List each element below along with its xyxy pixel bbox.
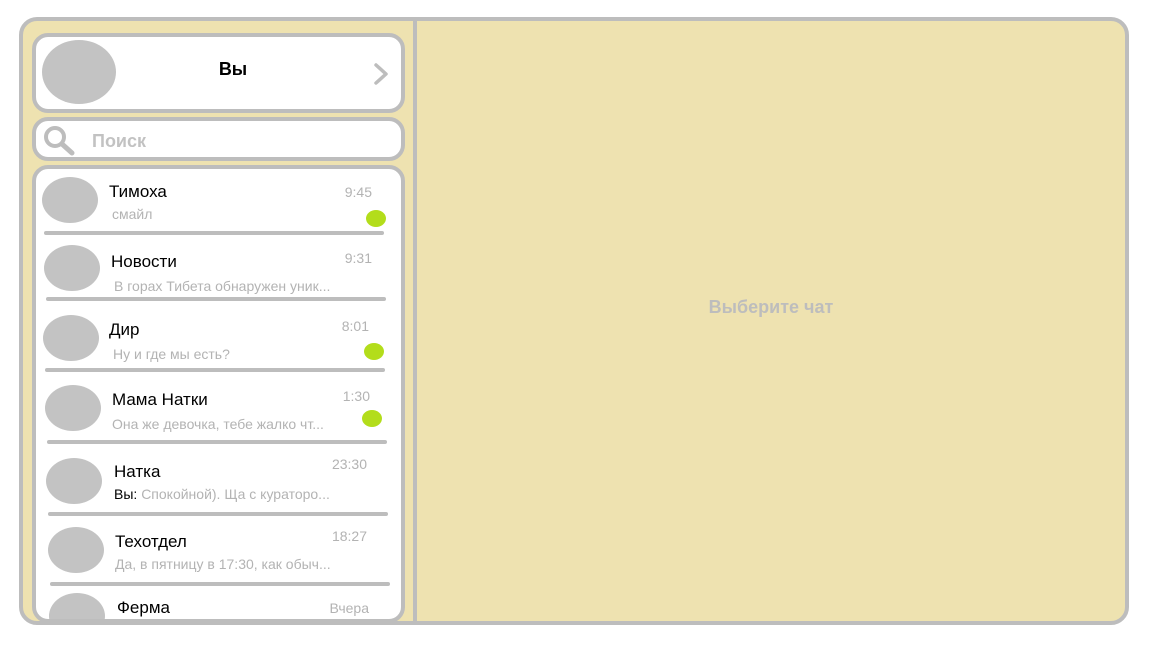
profile-name: Вы (218, 59, 248, 79)
chat-time: Вчера (329, 600, 369, 616)
separator (46, 297, 386, 301)
chat-name: Техотдел (115, 532, 187, 551)
chat-time: 9:31 (344, 250, 372, 266)
avatar (44, 245, 100, 291)
avatar (43, 315, 99, 361)
unread-indicator (366, 210, 386, 227)
separator (44, 231, 384, 235)
avatar (45, 385, 101, 431)
search-input[interactable] (90, 127, 374, 155)
separator (48, 512, 388, 516)
chat-preview: смайл (112, 206, 153, 222)
chat-name: Новости (111, 252, 177, 271)
chat-name: Ферма (117, 598, 170, 617)
chat-time: 1:30 (342, 388, 370, 404)
chat-item-ferma[interactable]: Ферма Вчера (36, 593, 401, 619)
chat-name: Мама Натки (112, 390, 208, 409)
separator (47, 440, 387, 444)
chat-preview: В горах Тибета обнаружен уник... (114, 278, 331, 294)
unread-indicator (362, 410, 382, 427)
chat-name: Натка (114, 462, 161, 481)
chat-item-novosti[interactable]: Новости 9:31 В горах Тибета обнаружен ун… (36, 243, 401, 313)
empty-state-text: Выберите чат (708, 297, 834, 317)
chat-time: 9:45 (344, 184, 372, 200)
avatar (48, 527, 104, 573)
chat-preview: Она же девочка, тебе жалко чт... (112, 416, 324, 432)
chat-item-tekhotdel[interactable]: Техотдел 18:27 Да, в пятницу в 17:30, ка… (36, 523, 401, 593)
chat-preview: Вы: Спокойной). Ща с кураторо... (114, 486, 330, 502)
chat-name: Дир (109, 320, 140, 339)
profile-card[interactable]: Вы (32, 33, 405, 113)
chat-preview: Да, в пятницу в 17:30, как обыч... (115, 556, 331, 572)
chat-item-timokha[interactable]: Тимоха 9:45 смайл (36, 173, 401, 243)
chat-list: Тимоха 9:45 смайл Новости 9:31 В горах Т… (32, 165, 405, 621)
avatar (49, 593, 105, 619)
avatar (46, 458, 102, 504)
chat-area: Выберите чат (417, 21, 1125, 621)
search-bar (32, 117, 405, 161)
avatar (42, 40, 116, 104)
separator (45, 368, 385, 372)
chat-item-dir[interactable]: Дир 8:01 Ну и где мы есть? (36, 311, 401, 381)
chat-time: 23:30 (331, 456, 367, 472)
search-icon (44, 126, 75, 156)
you-prefix: Вы: (114, 486, 138, 502)
avatar (42, 177, 98, 223)
chevron-right-icon[interactable] (371, 63, 391, 85)
separator (50, 582, 390, 586)
unread-indicator (364, 343, 384, 360)
chat-item-natka[interactable]: Натка 23:30 Вы: Спокойной). Ща с куратор… (36, 451, 401, 521)
chat-name: Тимоха (109, 182, 167, 201)
chat-item-mama-natki[interactable]: Мама Натки 1:30 Она же девочка, тебе жал… (36, 379, 401, 449)
chat-time: 18:27 (331, 528, 367, 544)
messenger-window: Вы Тимоха 9:45 смайл Новости 9:31 В гора… (19, 17, 1129, 625)
chat-time: 8:01 (341, 318, 369, 334)
chat-preview: Ну и где мы есть? (113, 346, 230, 362)
